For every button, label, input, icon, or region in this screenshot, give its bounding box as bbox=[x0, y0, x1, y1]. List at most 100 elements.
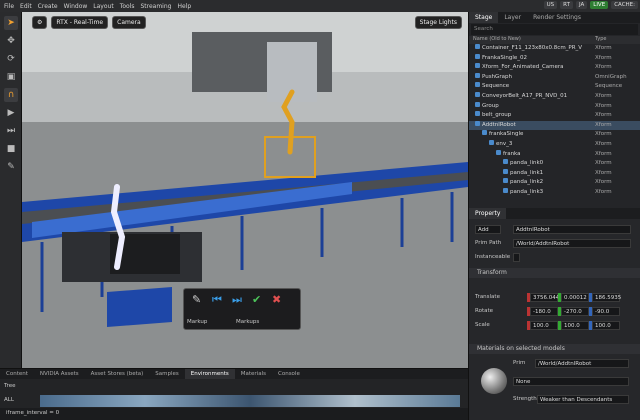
tree-row[interactable]: AddtnlRobot Xform bbox=[469, 120, 640, 131]
tree-row[interactable]: panda_link0 Xform bbox=[469, 159, 640, 169]
tab-content[interactable]: Content bbox=[0, 369, 34, 379]
menu-create[interactable]: Create bbox=[38, 3, 58, 10]
menu-edit[interactable]: Edit bbox=[20, 3, 32, 10]
materials-section[interactable]: Materials on selected models bbox=[469, 344, 640, 354]
stage-tree: Container_F11_123x80x0.8cm_PR_V Xform Fran… bbox=[469, 44, 640, 198]
environment-thumbnails[interactable] bbox=[40, 395, 460, 407]
next-markup-icon[interactable]: ⏭ bbox=[232, 293, 242, 307]
tree-row[interactable]: Group Xform bbox=[469, 101, 640, 112]
prim-name-field[interactable]: AddtnlRobot bbox=[513, 224, 631, 234]
step-icon[interactable]: ⏭ bbox=[4, 124, 18, 138]
tree-row-name: AddtnlRobot bbox=[482, 121, 516, 128]
material-prim-field[interactable]: /World/AddtnlRobot bbox=[535, 358, 629, 368]
stage-lights-button[interactable]: Stage Lights bbox=[414, 16, 462, 29]
cache-chip[interactable]: CACHE: bbox=[611, 1, 638, 9]
rotate-z[interactable]: -90.0 bbox=[592, 306, 620, 316]
tree-row-name: panda_link0 bbox=[510, 160, 544, 167]
tab-asset-stores[interactable]: Asset Stores (beta) bbox=[85, 369, 150, 379]
tab-materials[interactable]: Materials bbox=[235, 369, 272, 379]
prev-markup-icon[interactable]: ⏮ bbox=[212, 293, 222, 307]
prim-icon bbox=[475, 44, 480, 49]
prim-icon bbox=[503, 178, 508, 184]
prim-icon bbox=[475, 120, 480, 126]
pen-icon[interactable]: ✎ bbox=[192, 293, 201, 306]
viewport-settings-icon[interactable]: ⚙ bbox=[32, 16, 48, 29]
tab-property[interactable]: Property bbox=[469, 208, 507, 219]
menu-tools[interactable]: Tools bbox=[120, 3, 135, 10]
status-bar: iframe_interval = 0 bbox=[0, 408, 468, 420]
tree-row[interactable]: panda_link3 Xform bbox=[469, 187, 640, 198]
material-dropdown[interactable]: None bbox=[513, 376, 629, 386]
transform-section[interactable]: Transform bbox=[469, 268, 640, 278]
rotate-label: Rotate bbox=[475, 308, 494, 314]
tree-row[interactable]: FrankaSingle_02 Xform bbox=[469, 53, 640, 64]
tree-row[interactable]: franka Xform bbox=[469, 149, 640, 160]
all-filter[interactable]: ALL bbox=[4, 397, 14, 403]
tab-layer[interactable]: Layer bbox=[498, 12, 527, 23]
tab-environments[interactable]: Environments bbox=[184, 369, 235, 379]
us-chip[interactable]: US bbox=[543, 1, 558, 9]
tab-nvidia-assets[interactable]: NVIDIA Assets bbox=[34, 369, 85, 379]
property-panel: Property Add AddtnlRobot Prim Path /Worl… bbox=[469, 208, 640, 420]
scale-x[interactable]: 100.0 bbox=[530, 320, 558, 330]
tree-row[interactable]: ConveyorBelt_A17_PR_NVD_01 Xform bbox=[469, 91, 640, 102]
tree-row[interactable]: panda_link1 Xform bbox=[469, 168, 640, 179]
tree-row-name: ConveyorBelt_A17_PR_NVD_01 bbox=[482, 92, 568, 99]
tree-row-type: Xform bbox=[595, 140, 612, 147]
name-column-header[interactable]: Name (Old to New) bbox=[473, 36, 595, 44]
stop-icon[interactable]: ■ bbox=[4, 142, 18, 156]
menu-help[interactable]: Help bbox=[177, 3, 191, 10]
scale-y[interactable]: 100.0 bbox=[561, 320, 589, 330]
select-tool-icon[interactable]: ➤ bbox=[4, 16, 18, 30]
add-button[interactable]: Add bbox=[475, 224, 501, 234]
viewport[interactable]: ⚙ RTX - Real-Time Camera Stage Lights ✎ … bbox=[22, 12, 468, 368]
prim-icon bbox=[475, 101, 480, 107]
rotate-tool-icon[interactable]: ⟳ bbox=[4, 52, 18, 66]
tree-row[interactable]: Xform_For_Animated_Camera Xform bbox=[469, 63, 640, 73]
ja-chip[interactable]: JA bbox=[575, 1, 588, 9]
tree-row-type: Xform bbox=[595, 64, 612, 71]
tree-row[interactable]: frankaSingle Xform bbox=[469, 130, 640, 140]
stage-search-input[interactable]: Search bbox=[471, 24, 638, 35]
check-icon[interactable]: ✔ bbox=[252, 293, 261, 306]
tree-row[interactable]: env_3 Xform bbox=[469, 139, 640, 150]
translate-x[interactable]: 3756.044 bbox=[530, 292, 559, 302]
prim-path-field[interactable]: /World/AddtnlRobot bbox=[513, 238, 631, 248]
menu-streaming[interactable]: Streaming bbox=[140, 3, 171, 10]
material-preview-sphere bbox=[481, 368, 507, 394]
menu-window[interactable]: Window bbox=[64, 3, 88, 10]
snap-tool-icon[interactable]: ∩ bbox=[4, 88, 18, 102]
tree-toggle[interactable]: Tree bbox=[4, 383, 15, 389]
scale-z[interactable]: 100.0 bbox=[592, 320, 620, 330]
translate-z[interactable]: 186.5935 bbox=[592, 292, 621, 302]
tree-row-name: franka bbox=[503, 150, 521, 157]
rtx-mode-button[interactable]: RTX - Real-Time bbox=[51, 16, 109, 29]
tree-row[interactable]: Sequence Sequence bbox=[469, 82, 640, 92]
prim-icon bbox=[503, 159, 508, 165]
type-column-header[interactable]: Type bbox=[595, 36, 606, 44]
tree-row[interactable]: PushGraph OmniGraph bbox=[469, 72, 640, 83]
instanceable-checkbox[interactable] bbox=[513, 252, 520, 262]
tab-samples[interactable]: Samples bbox=[149, 369, 185, 379]
tab-stage[interactable]: Stage bbox=[469, 12, 499, 23]
menu-layout[interactable]: Layout bbox=[93, 3, 113, 10]
rt-chip[interactable]: RT bbox=[560, 1, 573, 9]
translate-y[interactable]: 0.00012 bbox=[561, 292, 589, 302]
rotate-x[interactable]: -180.0 bbox=[530, 306, 558, 316]
play-icon[interactable]: ▶ bbox=[4, 106, 18, 120]
tree-row[interactable]: belt_group Xform bbox=[469, 111, 640, 121]
tree-row[interactable]: panda_link2 Xform bbox=[469, 178, 640, 188]
close-icon[interactable]: ✖ bbox=[272, 293, 281, 306]
tab-console[interactable]: Console bbox=[272, 369, 306, 379]
menu-file[interactable]: File bbox=[4, 3, 14, 10]
brush-tool-icon[interactable]: ✎ bbox=[4, 160, 18, 174]
live-badge[interactable]: LIVE bbox=[590, 1, 609, 9]
tree-row-name: Container_F11_123x80x0.8cm_PR_V bbox=[482, 45, 583, 51]
strength-dropdown[interactable]: Weaker than Descendants bbox=[537, 394, 629, 404]
scale-tool-icon[interactable]: ▣ bbox=[4, 70, 18, 84]
rotate-y[interactable]: -270.0 bbox=[561, 306, 589, 316]
tab-render-settings[interactable]: Render Settings bbox=[527, 12, 587, 23]
move-tool-icon[interactable]: ✥ bbox=[4, 34, 18, 48]
camera-button[interactable]: Camera bbox=[112, 16, 146, 29]
tree-row[interactable]: Container_F11_123x80x0.8cm_PR_V Xform bbox=[469, 44, 640, 54]
